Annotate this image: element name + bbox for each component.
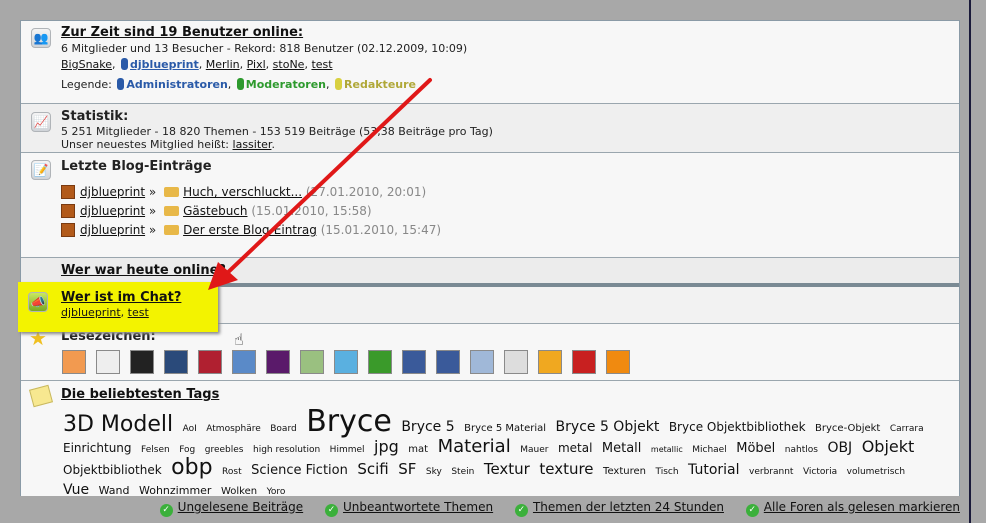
check-icon: ✓ [324, 504, 338, 517]
footer-links: ✓ Ungelesene Beiträge ✓ Unbeantwortete The… [0, 500, 960, 517]
mark-read-link[interactable]: Alle Foren als gelesen markieren [764, 500, 960, 514]
check-icon: ✓ [745, 504, 759, 517]
unread-posts-link[interactable]: Ungelesene Beiträge [178, 500, 303, 514]
last-24h-link[interactable]: Themen der letzten 24 Stunden [533, 500, 724, 514]
check-icon: ✓ [514, 504, 528, 517]
hand-cursor-icon: ☝ [234, 330, 244, 349]
unanswered-topics-link[interactable]: Unbeantwortete Themen [343, 500, 493, 514]
check-icon: ✓ [159, 504, 173, 517]
red-arrow-annotation [208, 78, 432, 290]
